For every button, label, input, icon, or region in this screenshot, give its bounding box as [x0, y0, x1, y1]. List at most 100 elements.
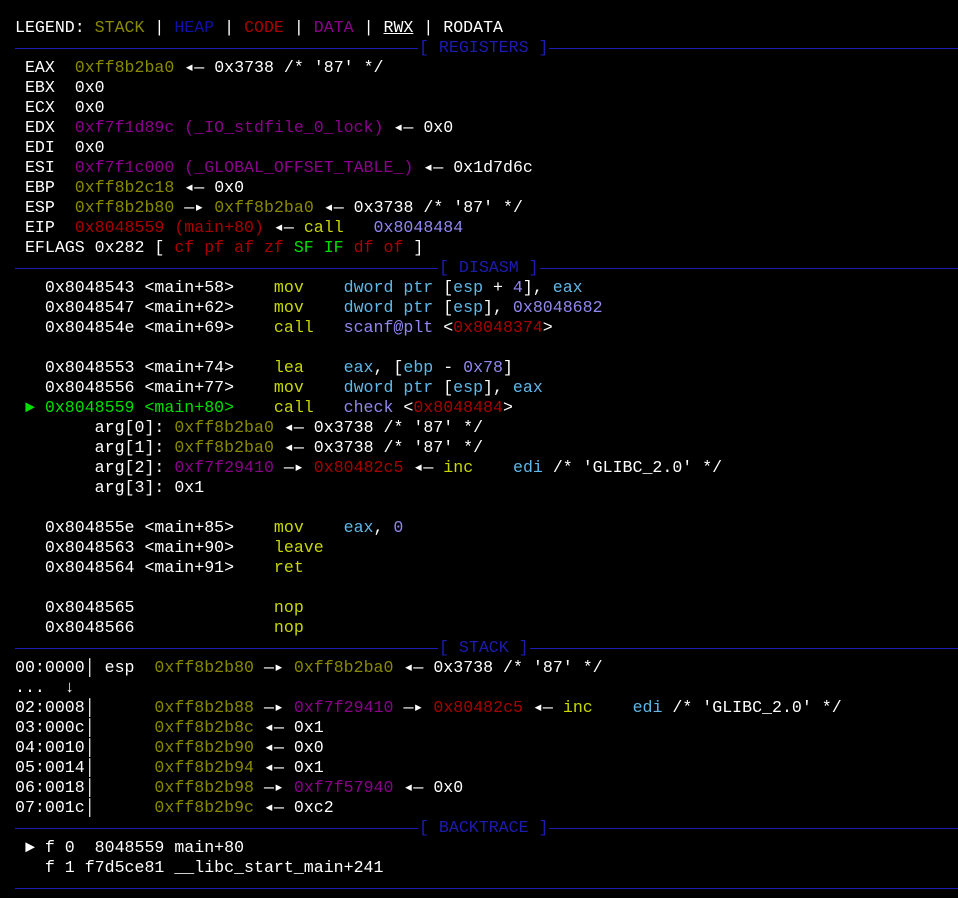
text-segment: 0xff8b2b80: [74, 198, 175, 217]
text-segment: 07:001c│: [15, 798, 155, 817]
terminal-line: 0x8048543 <main+58> mov dword ptr [esp +…: [15, 278, 958, 298]
terminal-line: 0x8048563 <main+90> leave: [15, 538, 958, 558]
text-segment: 0x804855e <main+85>: [15, 518, 274, 537]
terminal-line: arg[1]: 0xff8b2ba0 ◂— 0x3738 /* '87' */: [15, 438, 958, 458]
terminal-line: f 1 f7d5ce81 __libc_start_main+241: [15, 858, 958, 878]
text-segment: arg[3]: 0x1: [15, 478, 205, 497]
text-segment: EBX 0x0: [15, 78, 105, 97]
text-segment: [304, 378, 344, 397]
terminal-line: ESP 0xff8b2b80 —▸ 0xff8b2ba0 ◂— 0x3738 /…: [15, 198, 958, 218]
text-segment: ],: [522, 278, 553, 297]
terminal-line: EDI 0x0: [15, 138, 958, 158]
text-segment: lea: [273, 358, 304, 377]
text-segment: arg[0]:: [15, 418, 175, 437]
text-segment: 0xf7f29410: [174, 458, 274, 477]
text-segment: 05:0014│: [15, 758, 155, 777]
text-segment: +: [483, 278, 513, 297]
text-segment: dword ptr: [343, 378, 434, 397]
text-segment: edi: [632, 698, 663, 717]
text-segment: 0xff8b2c18: [74, 178, 175, 197]
text-segment: 0xff8b2ba0: [174, 418, 274, 437]
text-segment: edi: [513, 458, 543, 477]
text-segment: 0xf7f57940: [293, 778, 394, 797]
section-header: [15, 878, 958, 898]
text-segment: |: [353, 18, 384, 37]
terminal-line: EFLAGS 0x282 [ cf pf af zf SF IF df of ]: [15, 238, 958, 258]
text-segment: ◂— 0x0: [174, 178, 245, 197]
terminal-line: ECX 0x0: [15, 98, 958, 118]
text-segment: [304, 278, 344, 297]
text-segment: EDX: [15, 118, 75, 137]
terminal-line: ► 0x8048559 <main+80> call check <0x8048…: [15, 398, 958, 418]
text-segment: <: [433, 318, 454, 337]
text-segment: LEGEND:: [15, 18, 95, 37]
text-segment: ◂— 0x3738 /* '87' */: [313, 198, 523, 217]
text-segment: 0x8048563 <main+90>: [15, 538, 274, 557]
text-segment: ◂— 0x3738 /* '87' */: [273, 438, 484, 457]
text-segment: —▸: [254, 778, 294, 797]
terminal-line: 0x8048565 nop: [15, 598, 958, 618]
text-segment: 0xff8b2ba0: [174, 438, 274, 457]
text-segment: ret: [273, 558, 304, 577]
text-segment: 0xff8b2b94: [154, 758, 255, 777]
text-segment: 0xff8b2b9c: [154, 798, 255, 817]
text-segment: 0xff8b2b80: [154, 658, 255, 677]
text-segment: ◂— 0x3738 /* '87' */: [273, 418, 484, 437]
text-segment: 0xff8b2b88: [154, 698, 255, 717]
text-segment: 0x8048374: [453, 318, 543, 337]
text-segment: esp: [453, 278, 484, 297]
text-segment: esp: [453, 298, 484, 317]
text-segment: 0x80482c5: [313, 458, 404, 477]
text-segment: ◂— 0x0: [393, 778, 464, 797]
text-segment: [304, 298, 344, 317]
text-segment: >: [502, 398, 513, 417]
text-segment: ◂— 0x1: [254, 718, 324, 737]
terminal-line: 06:0018│ 0xff8b2b98 —▸ 0xf7f57940 ◂— 0x0: [15, 778, 958, 798]
text-segment: mov: [273, 518, 304, 537]
text-segment: arg[1]:: [15, 438, 175, 457]
terminal-line: EAX 0xff8b2ba0 ◂— 0x3738 /* '87' */: [15, 58, 958, 78]
text-segment: ◂—: [522, 698, 563, 717]
text-segment: ◂— 0x0: [254, 738, 324, 757]
text-segment: |: [283, 18, 314, 37]
section-header: [ DISASM ]: [15, 258, 958, 278]
text-segment: inc: [443, 458, 474, 477]
text-segment: [344, 238, 354, 257]
text-segment: 0x8048566: [15, 618, 274, 637]
text-segment: call: [273, 318, 314, 337]
terminal-line: 05:0014│ 0xff8b2b94 ◂— 0x1: [15, 758, 958, 778]
text-segment: ◂— 0x3738 /* '87' */: [174, 58, 384, 77]
text-segment: 0x8048565: [15, 598, 274, 617]
text-segment: eax: [343, 518, 374, 537]
text-segment: 0x8048556 <main+77>: [15, 378, 274, 397]
text-segment: 0x8048553 <main+74>: [15, 358, 274, 377]
text-segment: [: [433, 278, 454, 297]
text-segment: ◂— 0x1: [254, 758, 324, 777]
text-segment: esp: [453, 378, 484, 397]
terminal-line: 0x8048566 nop: [15, 618, 958, 638]
text-segment: -: [433, 358, 464, 377]
text-segment: eax: [343, 358, 374, 377]
section-title: [ STACK ]: [438, 638, 530, 658]
text-segment: mov: [273, 278, 304, 297]
text-segment: 0xf7f1d89c (_IO_stdfile_0_lock): [74, 118, 384, 137]
text-segment: eax: [512, 378, 543, 397]
text-segment: ]: [502, 358, 513, 377]
text-segment: 00:0000│ esp: [15, 658, 155, 677]
terminal-line: ► f 0 8048559 main+80: [15, 838, 958, 858]
terminal-line: 0x8048553 <main+74> lea eax, [ebp - 0x78…: [15, 358, 958, 378]
text-segment: 0xff8b2b98: [154, 778, 255, 797]
text-segment: 0x8048559 (main+80): [74, 218, 264, 237]
text-segment: 0x8048543 <main+58>: [15, 278, 274, 297]
text-segment: 0x80482c5: [433, 698, 523, 717]
text-segment: SF IF: [293, 238, 344, 257]
text-segment: 0x8048547 <main+62>: [15, 298, 274, 317]
text-segment: |: [214, 18, 245, 37]
text-segment: CODE: [244, 18, 284, 37]
text-segment: —▸: [254, 658, 294, 677]
text-segment: ],: [483, 378, 513, 397]
section-header: [ BACKTRACE ]: [15, 818, 958, 838]
text-segment: 0xff8b2b8c: [154, 718, 255, 737]
